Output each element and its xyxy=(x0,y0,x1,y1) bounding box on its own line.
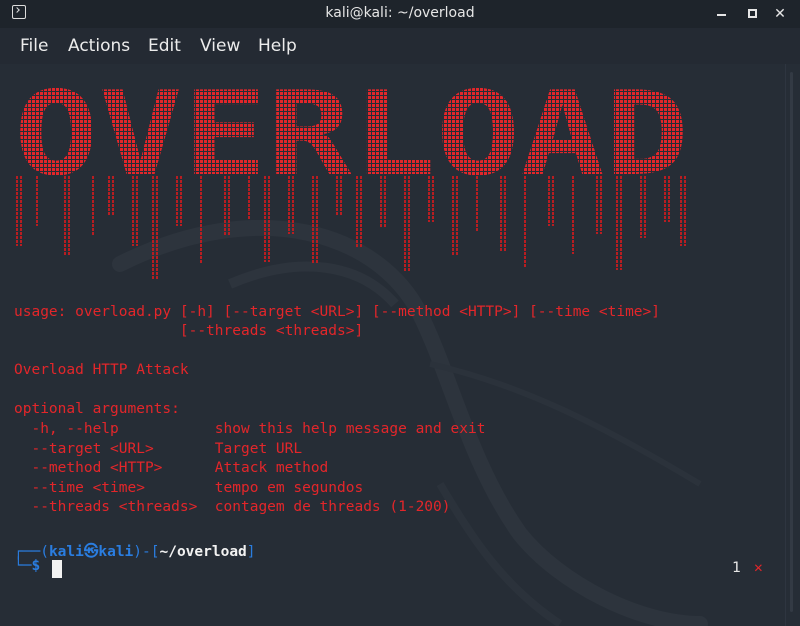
usage-line-2: [--threads <threads>] xyxy=(14,323,364,339)
text-cursor[interactable] xyxy=(52,560,62,578)
prompt-line-1: ┌──(kali㉿kali)-[~/overload] xyxy=(14,540,256,561)
arg-line: -h, --help show this help message and ex… xyxy=(14,421,485,437)
maximize-icon[interactable] xyxy=(743,4,763,24)
terminal-area[interactable]: OVERLOAD usage: overload.py [-h] [--targ… xyxy=(0,64,785,626)
menu-actions[interactable]: Actions xyxy=(68,36,130,56)
arg-flag: --target <URL> xyxy=(14,441,215,457)
optional-header: optional arguments: xyxy=(14,401,180,417)
arg-flag: --threads <threads> xyxy=(14,499,215,515)
prompt-close-paren: )-[ xyxy=(133,544,160,560)
window-title: kali@kali: ~/overload xyxy=(325,5,475,21)
prompt-user: kali㉿kali xyxy=(48,544,134,560)
scrollbar-thumb[interactable] xyxy=(790,72,793,612)
arg-line: --time <time> tempo em segundos xyxy=(14,480,363,496)
arg-flag: -h, --help xyxy=(14,421,215,437)
menu-edit[interactable]: Edit xyxy=(148,36,181,56)
terminal-window: kali@kali: ~/overload ✕ File Actions Edi… xyxy=(0,0,800,626)
arg-desc: Target URL xyxy=(214,441,303,457)
prompt-corner-bottom: └─ xyxy=(14,558,32,574)
title-bar[interactable]: kali@kali: ~/overload ✕ xyxy=(0,0,800,28)
arg-desc: contagem de threads (1-200) xyxy=(214,499,451,515)
prompt-close-bracket: ] xyxy=(246,544,256,560)
arg-flag: --time <time> xyxy=(14,480,215,496)
job-count: 1 xyxy=(732,560,741,576)
arg-flag: --method <HTTP> xyxy=(14,460,215,476)
arg-line: --method <HTTP> Attack method xyxy=(14,460,328,476)
close-icon[interactable]: ✕ xyxy=(770,4,790,24)
prompt-dollar: $ xyxy=(31,558,41,574)
prompt-path: ~/overload xyxy=(159,544,247,560)
menu-file[interactable]: File xyxy=(20,36,48,56)
arg-desc: tempo em segundos xyxy=(214,480,364,496)
scrollbar[interactable] xyxy=(785,64,800,626)
prompt-open-paren: ( xyxy=(40,544,49,560)
menu-view[interactable]: View xyxy=(200,36,240,56)
menu-help[interactable]: Help xyxy=(258,36,297,56)
arg-desc: show this help message and exit xyxy=(214,421,486,437)
minimize-icon[interactable] xyxy=(712,4,732,24)
description: Overload HTTP Attack xyxy=(14,362,189,378)
exit-status-icon: ✕ xyxy=(754,560,763,576)
overload-ascii-banner: OVERLOAD xyxy=(14,67,689,280)
menu-bar: File Actions Edit View Help xyxy=(0,28,800,65)
arg-line: --threads <threads> contagem de threads … xyxy=(14,499,451,515)
usage-line-1: usage: overload.py [-h] [--target <URL>]… xyxy=(14,304,661,320)
arg-desc: Attack method xyxy=(214,460,329,476)
arg-line: --target <URL> Target URL xyxy=(14,441,302,457)
prompt-line-2: └─$ xyxy=(14,558,40,574)
